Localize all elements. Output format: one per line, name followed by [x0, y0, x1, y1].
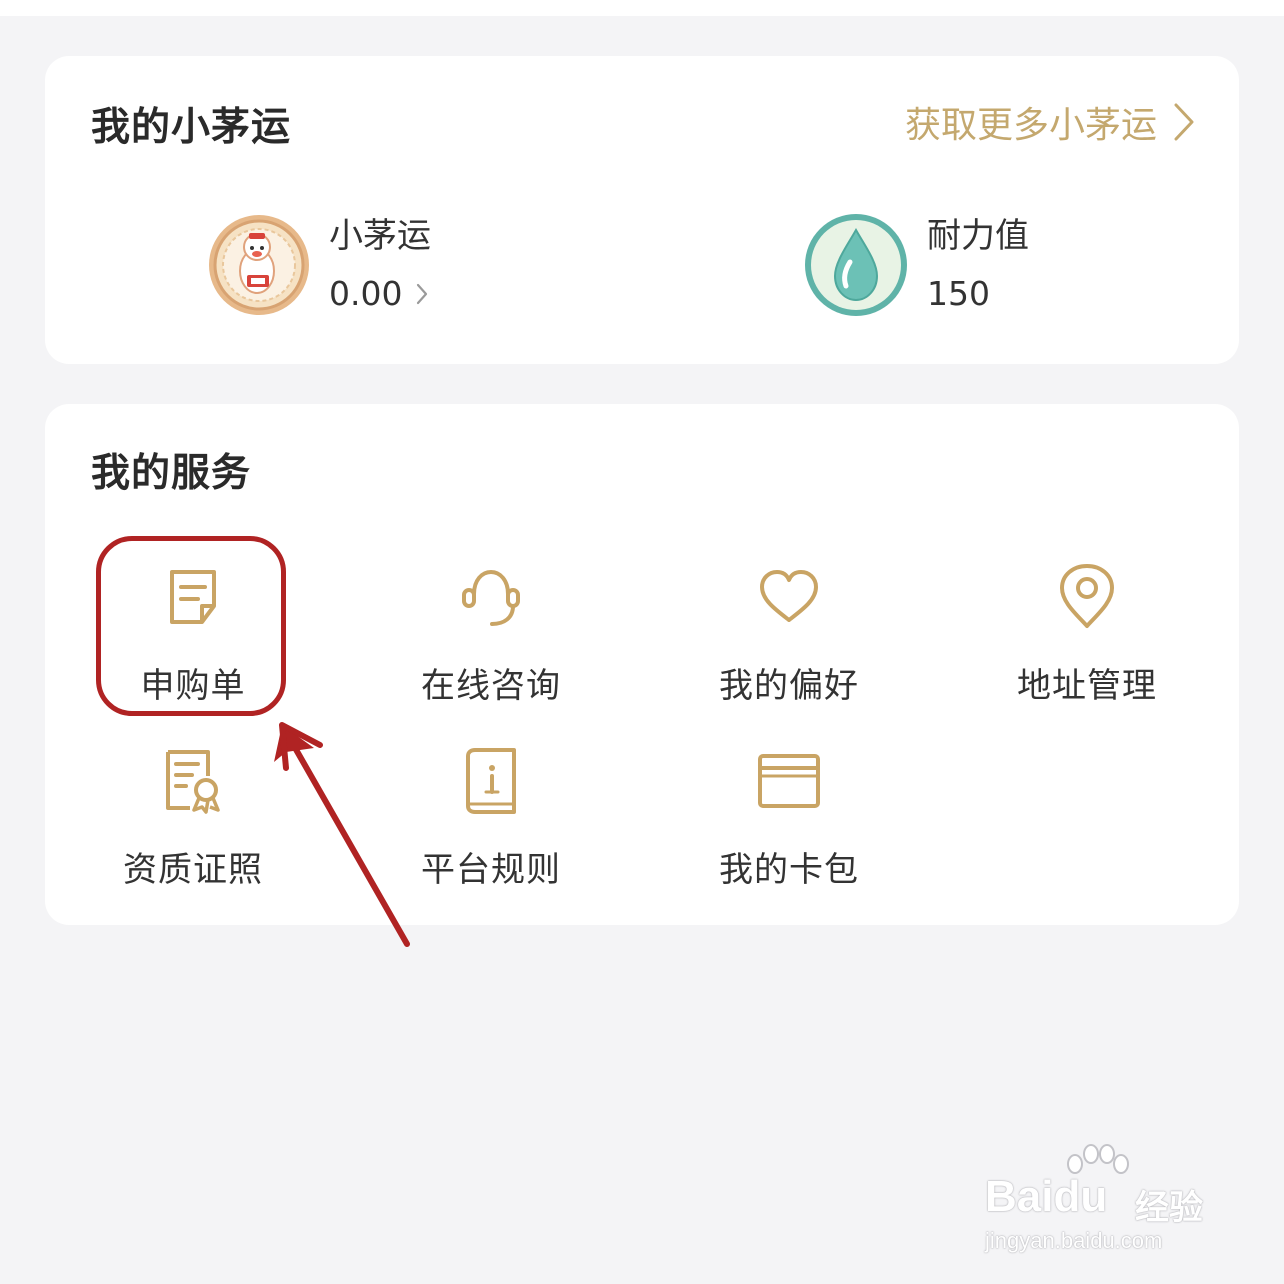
watermark-label: 经验 — [1135, 1188, 1203, 1228]
watermark-url: jingyan.baidu.com — [985, 1228, 1163, 1253]
annotation-arrow-icon — [274, 722, 410, 947]
watermark-brand: Baidu — [985, 1172, 1108, 1221]
baidu-watermark: Baidu 经验 jingyan.baidu.com — [985, 1144, 1225, 1260]
